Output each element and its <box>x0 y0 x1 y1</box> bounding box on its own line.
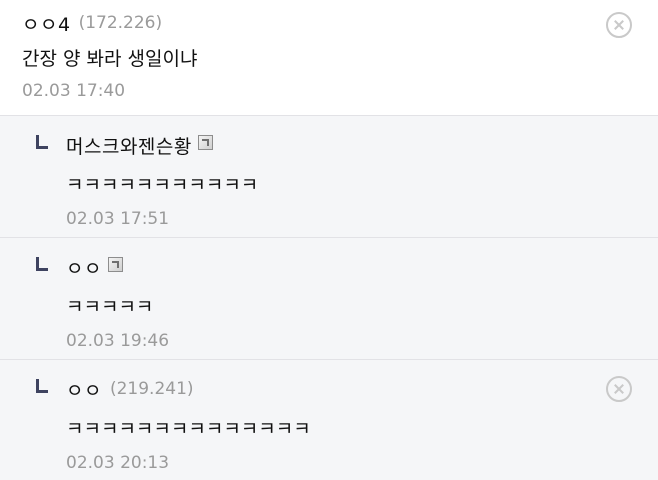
reply-text: ㅋㅋㅋㅋㅋㅋㅋㅋㅋㅋㅋㅋㅋㅋ <box>66 418 311 440</box>
comment-list: ㅇㅇ4 (172.226) 간장 양 봐라 생일이냐 02.03 17:40 머… <box>0 0 658 480</box>
reply-text: ㅋㅋㅋㅋㅋ <box>66 296 154 318</box>
reply-header: ㅇㅇ (219.241) <box>36 376 658 402</box>
reply-header: 머스크와젠슨황 <box>36 132 658 158</box>
reply-text: ㅋㅋㅋㅋㅋㅋㅋㅋㅋㅋㅋ <box>66 174 259 196</box>
reply-arrow-icon <box>36 257 50 273</box>
comment-text: 간장 양 봐라 생일이냐 <box>22 48 198 70</box>
reply-date: 02.03 20:13 <box>66 453 170 473</box>
reply-ip: (219.241) <box>109 379 194 399</box>
reply-item: ㅇㅇ ㅋㅋㅋㅋㅋ 02.03 19:46 <box>0 238 658 360</box>
reply-nickname[interactable]: ㅇㅇ <box>66 376 102 403</box>
fixed-nick-badge-icon <box>197 134 213 150</box>
reply-arrow-icon <box>36 379 50 395</box>
comment-date: 02.03 17:40 <box>22 81 126 101</box>
reply-item: 머스크와젠슨황 ㅋㅋㅋㅋㅋㅋㅋㅋㅋㅋㅋ 02.03 17:51 <box>0 116 658 238</box>
reply-nickname[interactable]: ㅇㅇ <box>66 254 102 281</box>
comment-nickname[interactable]: ㅇㅇ4 <box>22 10 71 37</box>
comment-ip: (172.226) <box>78 13 163 33</box>
delete-comment-button[interactable] <box>606 12 632 38</box>
delete-reply-button[interactable] <box>606 376 632 402</box>
reply-item: ㅇㅇ (219.241) ㅋㅋㅋㅋㅋㅋㅋㅋㅋㅋㅋㅋㅋㅋ 02.03 20:13 <box>0 360 658 480</box>
comment-header: ㅇㅇ4 (172.226) <box>22 10 658 36</box>
reply-header: ㅇㅇ <box>36 254 658 280</box>
reply-date: 02.03 19:46 <box>66 331 170 351</box>
reply-date: 02.03 17:51 <box>66 209 170 229</box>
reply-arrow-icon <box>36 135 50 151</box>
comment-item: ㅇㅇ4 (172.226) 간장 양 봐라 생일이냐 02.03 17:40 <box>0 0 658 116</box>
reply-nickname[interactable]: 머스크와젠슨황 <box>66 132 192 159</box>
fixed-nick-badge-icon <box>107 256 123 272</box>
